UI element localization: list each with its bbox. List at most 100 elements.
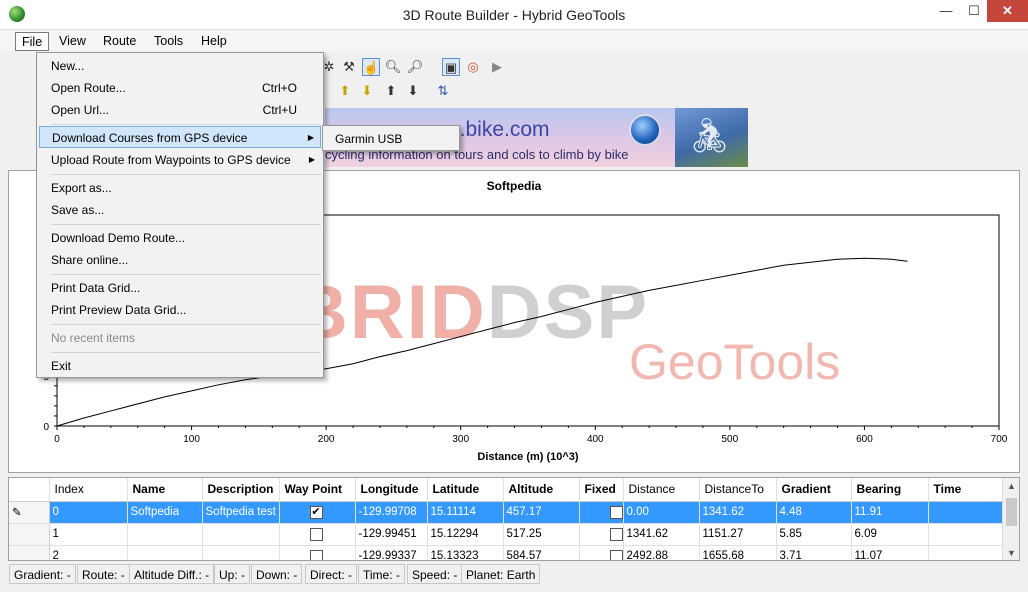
table-cell-bearing[interactable]: 11.91	[851, 501, 929, 524]
table-cell-index[interactable]: 0	[49, 501, 128, 524]
menu-item-print-grid[interactable]: Print Data Grid...	[39, 277, 321, 299]
checkbox[interactable]	[609, 505, 622, 519]
table-cell-time[interactable]	[928, 501, 1009, 524]
menu-route[interactable]: Route	[97, 32, 142, 51]
table-cell-distanceto[interactable]: 1655.68	[699, 545, 777, 560]
scroll-thumb[interactable]	[1006, 498, 1017, 526]
menu-item-export-as[interactable]: Export as...	[39, 177, 321, 199]
table-cell-gradient[interactable]: 5.85	[776, 523, 852, 546]
table-cell-bearing[interactable]: 6.09	[851, 523, 929, 546]
menu-help[interactable]: Help	[195, 32, 233, 51]
table-cell-latitude[interactable]: 15.13323	[427, 545, 504, 560]
bike-icon[interactable]: ⚒	[340, 58, 358, 76]
scroll-down-icon[interactable]: ▼	[1003, 545, 1019, 560]
table-cell-altitude[interactable]: 517.25	[503, 523, 580, 546]
column-header[interactable]: Way Point	[279, 478, 356, 502]
table-cell-description[interactable]	[202, 523, 280, 546]
close-button[interactable]: ✕	[987, 0, 1028, 22]
table-cell-distanceto[interactable]: 1151.27	[699, 523, 777, 546]
menu-item-open-url[interactable]: Open Url... Ctrl+U	[39, 99, 321, 121]
table-row[interactable]: 2 -129.99337 15.13323 584.57 2492.88 1655.68 3…	[9, 545, 1009, 560]
table-cell-description[interactable]: Softpedia test	[202, 501, 280, 524]
table-cell-fixed[interactable]	[579, 523, 624, 546]
globe-sort-icon[interactable]: ⇅	[434, 82, 452, 100]
pointer-icon[interactable]: ☝	[362, 58, 380, 76]
checkbox[interactable]: ✔	[309, 505, 323, 519]
table-cell-index[interactable]: 2	[49, 545, 128, 560]
table-row[interactable]: 1 -129.99451 15.12294 517.25 1341.62 1151.27 5…	[9, 523, 1009, 546]
menu-file[interactable]: File	[15, 32, 50, 51]
checkbox[interactable]	[309, 527, 323, 541]
table-cell-longitude[interactable]: -129.99451	[355, 523, 428, 546]
column-header[interactable]: Distance	[623, 478, 700, 502]
table-cell-latitude[interactable]: 15.12294	[427, 523, 504, 546]
table-cell-description[interactable]	[202, 545, 280, 560]
table-cell-bearing[interactable]: 11.07	[851, 545, 929, 560]
column-header[interactable]: Gradient	[776, 478, 852, 502]
table-cell-name[interactable]: Softpedia	[127, 501, 203, 524]
menu-item-download-courses[interactable]: Download Courses from GPS device ▶	[39, 126, 321, 148]
table-cell-distance[interactable]: 0.00	[623, 501, 700, 524]
arrow-up-black-icon[interactable]: ⬆	[382, 82, 400, 100]
maximize-button[interactable]: ☐	[961, 0, 987, 22]
camera-icon[interactable]: ▣	[442, 58, 460, 76]
column-header[interactable]: DistanceTo	[699, 478, 777, 502]
menu-item-exit[interactable]: Exit	[39, 355, 321, 377]
table-cell-distance[interactable]: 2492.88	[623, 545, 700, 560]
menu-tools[interactable]: Tools	[148, 32, 189, 51]
table-cell-name[interactable]	[127, 523, 203, 546]
data-grid[interactable]: Index Name Description Way Point Longitu…	[8, 477, 1020, 561]
zoom-in-icon[interactable]: 🔍︎	[384, 58, 402, 76]
target-icon[interactable]: ◎	[464, 58, 482, 76]
column-header[interactable]: Time	[928, 478, 1009, 502]
column-header[interactable]: Index	[49, 478, 128, 502]
arrow-up-icon[interactable]: ⬆	[336, 82, 354, 100]
menu-item-upload-route[interactable]: Upload Route from Waypoints to GPS devic…	[39, 149, 321, 171]
table-cell-gradient[interactable]: 4.48	[776, 501, 852, 524]
arrow-down-icon[interactable]: ⬇	[358, 82, 376, 100]
table-cell-time[interactable]	[928, 523, 1009, 546]
table-cell-altitude[interactable]: 584.57	[503, 545, 580, 560]
column-header[interactable]: Fixed	[579, 478, 624, 502]
minimize-button[interactable]: —	[932, 0, 960, 22]
table-cell-longitude[interactable]: -129.99337	[355, 545, 428, 560]
table-cell-distanceto[interactable]: 1341.62	[699, 501, 777, 524]
table-cell-altitude[interactable]: 457.17	[503, 501, 580, 524]
table-cell-index[interactable]: 1	[49, 523, 128, 546]
column-header[interactable]: Bearing	[851, 478, 929, 502]
table-cell-gradient[interactable]: 3.71	[776, 545, 852, 560]
column-header[interactable]: Latitude	[427, 478, 504, 502]
arrow-down-black-icon[interactable]: ⬇	[404, 82, 422, 100]
table-row[interactable]: ✎ 0 Softpedia Softpedia test ✔ -129.99708 15.1…	[9, 501, 1009, 524]
zoom-out-icon[interactable]: 🔎︎	[406, 58, 424, 76]
menu-item-save-as[interactable]: Save as...	[39, 199, 321, 221]
menu-item-open-route[interactable]: Open Route... Ctrl+O	[39, 77, 321, 99]
table-cell-latitude[interactable]: 15.11114	[427, 501, 504, 524]
row-marker[interactable]	[9, 523, 50, 546]
column-header[interactable]: Altitude	[503, 478, 580, 502]
row-marker[interactable]: ✎	[9, 501, 50, 524]
scroll-up-icon[interactable]: ▲	[1003, 478, 1019, 495]
column-header[interactable]: Longitude	[355, 478, 428, 502]
checkbox[interactable]	[609, 527, 622, 541]
play-icon[interactable]: ▶	[488, 58, 506, 76]
menu-item-print-preview[interactable]: Print Preview Data Grid...	[39, 299, 321, 321]
table-cell-distance[interactable]: 1341.62	[623, 523, 700, 546]
table-cell-name[interactable]	[127, 545, 203, 560]
table-cell-waypoint[interactable]	[279, 545, 356, 560]
checkbox[interactable]	[309, 549, 323, 560]
table-cell-fixed[interactable]	[579, 545, 624, 560]
menu-view[interactable]: View	[53, 32, 92, 51]
column-header[interactable]: Name	[127, 478, 203, 502]
table-cell-waypoint[interactable]	[279, 523, 356, 546]
column-header[interactable]: Description	[202, 478, 280, 502]
menu-item-garmin-usb[interactable]: Garmin USB	[335, 129, 402, 149]
row-marker[interactable]	[9, 545, 50, 560]
table-cell-longitude[interactable]: -129.99708	[355, 501, 428, 524]
table-cell-time[interactable]	[928, 545, 1009, 560]
checkbox[interactable]	[609, 549, 622, 560]
vertical-scrollbar[interactable]: ▲ ▼	[1002, 478, 1019, 560]
table-cell-waypoint[interactable]: ✔	[279, 501, 356, 524]
table-cell-fixed[interactable]	[579, 501, 624, 524]
menu-item-download-demo[interactable]: Download Demo Route...	[39, 227, 321, 249]
